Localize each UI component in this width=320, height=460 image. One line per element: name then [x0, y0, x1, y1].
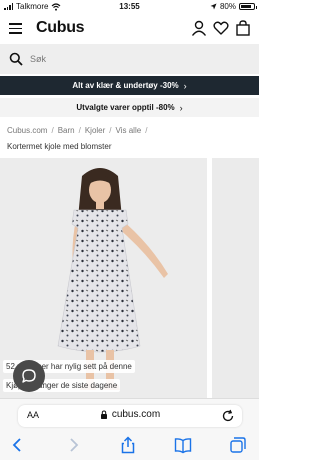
chevron-right-icon: › — [183, 80, 187, 91]
chevron-right-icon: › — [179, 102, 183, 113]
forward-icon[interactable] — [64, 436, 82, 454]
product-title: Kortermet kjole med blomster — [7, 142, 112, 151]
user-icon[interactable] — [191, 20, 207, 36]
chat-button[interactable] — [13, 360, 45, 392]
shopping-bag-icon[interactable] — [235, 20, 251, 36]
promo-text: Alt av klær & undertøy -30% — [72, 81, 179, 90]
breadcrumb-separator: / — [109, 126, 112, 135]
promo-banner-sale[interactable]: Alt av klær & undertøy -30% › — [0, 76, 259, 95]
url-display[interactable]: cubus.com — [18, 409, 242, 420]
breadcrumb: Cubus.com / Barn / Kjoler / Vis alle / — [7, 126, 147, 135]
lock-icon — [100, 410, 107, 419]
breadcrumb-item-kjoler[interactable]: Kjoler — [85, 126, 105, 135]
breadcrumb-item-vis-alle[interactable]: Vis alle — [116, 126, 142, 135]
browser-toolbar: AA cubus.com — [0, 398, 259, 460]
breadcrumb-separator: / — [78, 126, 81, 135]
promo-banner-clearance[interactable]: Utvalgte varer opptil -80% › — [0, 98, 259, 117]
back-icon[interactable] — [9, 436, 27, 454]
heart-icon[interactable] — [213, 20, 229, 36]
breadcrumb-separator: / — [51, 126, 54, 135]
menu-icon[interactable] — [9, 23, 22, 34]
battery-icon — [239, 3, 257, 10]
breadcrumb-separator: / — [145, 126, 148, 135]
breadcrumb-item-barn[interactable]: Barn — [58, 126, 75, 135]
promo-text: Utvalgte varer opptil -80% — [76, 103, 175, 112]
battery-group: 80% — [210, 2, 257, 11]
tabs-icon[interactable] — [229, 436, 247, 454]
chat-bubble-icon — [22, 369, 36, 383]
location-icon — [210, 3, 217, 10]
breadcrumb-item-home[interactable]: Cubus.com — [7, 126, 47, 135]
search-icon — [9, 52, 23, 66]
battery-percent: 80% — [219, 2, 236, 11]
share-icon[interactable] — [119, 436, 137, 454]
search-input[interactable] — [30, 50, 230, 68]
url-text: cubus.com — [111, 409, 161, 420]
site-logo[interactable]: Cubus — [36, 19, 85, 37]
address-bar[interactable]: AA cubus.com — [18, 405, 242, 427]
status-bar: Talkmore 13:55 80% — [0, 0, 259, 14]
site-header: Cubus — [0, 14, 259, 44]
reload-icon[interactable] — [221, 409, 235, 423]
search-bar[interactable] — [0, 44, 259, 74]
product-image-next[interactable] — [212, 158, 259, 398]
bookmarks-icon[interactable] — [174, 436, 192, 454]
battery-fill — [241, 5, 251, 8]
